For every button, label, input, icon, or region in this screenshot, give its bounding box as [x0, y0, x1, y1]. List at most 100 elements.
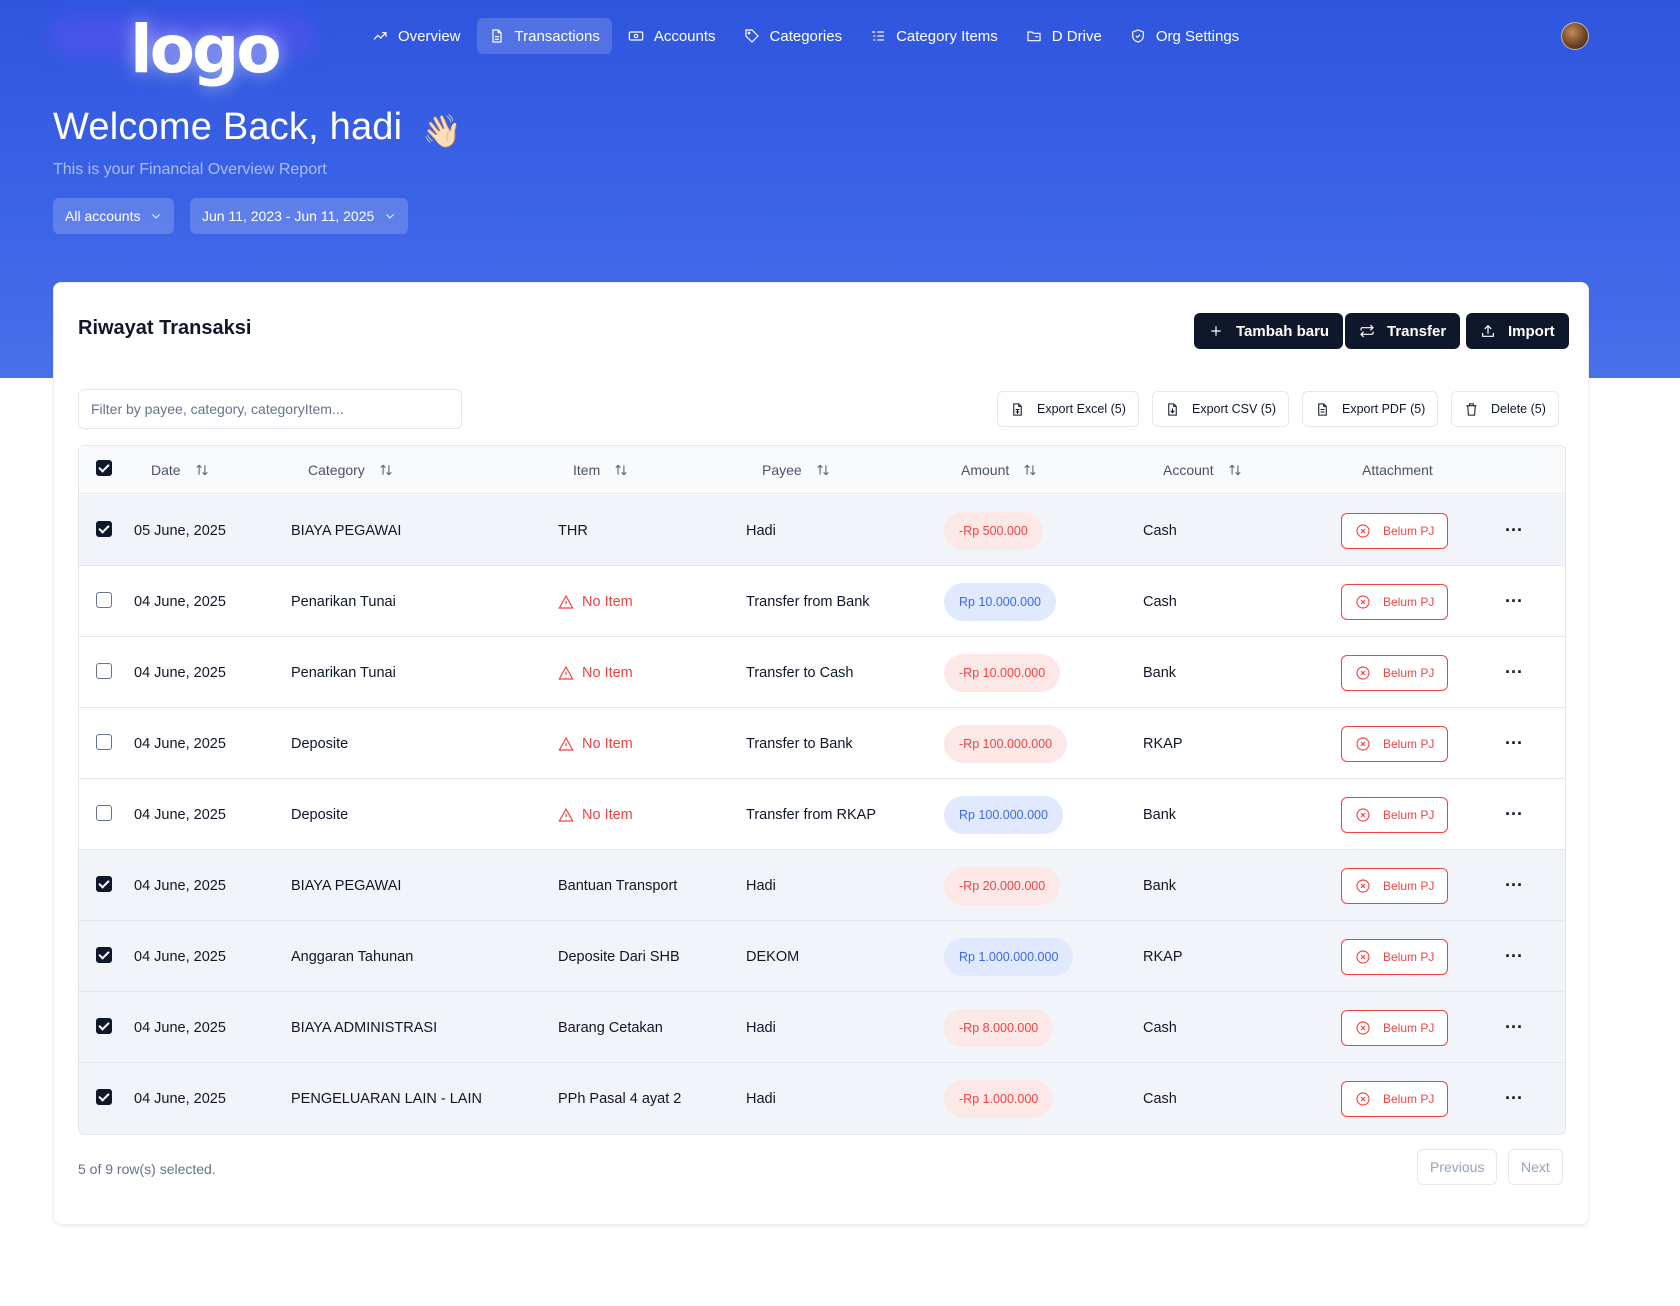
nav-item-overview[interactable]: Overview: [360, 18, 473, 54]
column-header-account[interactable]: Account: [1163, 446, 1242, 494]
table-row[interactable]: 04 June, 2025 Deposite No Item Transfer to …: [79, 708, 1565, 779]
nav-item-d-drive[interactable]: D Drive: [1014, 18, 1114, 54]
table-row[interactable]: 04 June, 2025 BIAYA PEGAWAI Bantuan Transp…: [79, 850, 1565, 921]
cell-amount: Rp 10.000.000: [944, 566, 1057, 637]
more-options-icon[interactable]: ···: [1505, 804, 1523, 825]
attachment-status-button[interactable]: Belum PJ: [1341, 725, 1449, 762]
cell-actions: ···: [1505, 850, 1523, 921]
more-options-icon[interactable]: ···: [1505, 875, 1523, 896]
no-item-label: No Item: [582, 593, 633, 610]
next-page-button[interactable]: Next: [1508, 1149, 1563, 1185]
amount-badge: -Rp 100.000.000: [944, 724, 1068, 763]
nav-item-org-settings[interactable]: Org Settings: [1118, 18, 1251, 54]
row-checkbox[interactable]: [96, 1089, 112, 1105]
tag-icon: [744, 29, 759, 43]
more-options-icon[interactable]: ···: [1505, 733, 1523, 754]
amount-badge: Rp 1.000.000.000: [944, 937, 1074, 976]
attachment-status-button[interactable]: Belum PJ: [1341, 1080, 1449, 1117]
nav-item-category-items[interactable]: Category Items: [858, 18, 1010, 54]
shield-icon: [1131, 29, 1144, 43]
cell-item: No Item: [558, 566, 633, 637]
attachment-status-label: Belum PJ: [1383, 736, 1435, 751]
nav-item-label: Accounts: [653, 27, 716, 45]
file-text-icon: [1318, 402, 1327, 416]
table-row[interactable]: 05 June, 2025 BIAYA PEGAWAI THR Hadi -Rp 500…: [79, 495, 1565, 566]
more-options-icon[interactable]: ···: [1505, 520, 1523, 541]
brand-logo[interactable]: logo: [130, 10, 282, 90]
more-options-icon[interactable]: ···: [1505, 662, 1523, 683]
cell-payee: Transfer from RKAP: [746, 806, 876, 823]
wave-emoji: 👋🏻: [422, 113, 462, 149]
nav-item-accounts[interactable]: Accounts: [616, 18, 728, 54]
attachment-status-button[interactable]: Belum PJ: [1341, 867, 1449, 904]
table-row[interactable]: 04 June, 2025 Anggaran Tahunan Deposite Da…: [79, 921, 1565, 992]
column-header-amount[interactable]: Amount: [961, 446, 1037, 494]
more-options-icon[interactable]: ···: [1505, 1017, 1523, 1038]
table-row[interactable]: 04 June, 2025 Deposite No Item Transfer fro…: [79, 779, 1565, 850]
search-input[interactable]: [78, 389, 462, 429]
row-checkbox[interactable]: [96, 734, 112, 750]
no-item-label: No Item: [582, 735, 633, 752]
row-checkbox[interactable]: [96, 663, 112, 679]
upload-icon: [1482, 324, 1494, 337]
row-checkbox[interactable]: [96, 876, 112, 892]
account-filter-select[interactable]: All accounts: [53, 198, 175, 234]
column-header-payee[interactable]: Payee: [762, 446, 830, 494]
table-row[interactable]: 04 June, 2025 Penarikan Tunai No Item Trans…: [79, 637, 1565, 708]
attachment-status-button[interactable]: Belum PJ: [1341, 583, 1449, 620]
cell-attachment: Belum PJ: [1341, 992, 1449, 1063]
attachment-status-button[interactable]: Belum PJ: [1341, 938, 1449, 975]
cell-account: Bank: [1143, 877, 1177, 894]
attachment-status-button[interactable]: Belum PJ: [1341, 654, 1449, 691]
transactions-card: Riwayat Transaksi Tambah baru Transfer I…: [53, 282, 1589, 1225]
row-checkbox[interactable]: [96, 1018, 112, 1034]
more-options-icon[interactable]: ···: [1505, 591, 1523, 612]
cell-payee: Hadi: [746, 1090, 776, 1107]
warning-icon: [558, 665, 574, 680]
previous-page-button[interactable]: Previous: [1417, 1149, 1498, 1185]
column-header-item[interactable]: Item: [573, 446, 628, 494]
export-csv-button[interactable]: Export CSV (5): [1152, 391, 1290, 427]
import-label: Import: [1508, 322, 1555, 340]
cell-payee: Transfer to Bank: [746, 735, 853, 752]
column-label: Amount: [961, 462, 1010, 478]
row-checkbox[interactable]: [96, 805, 112, 821]
cell-item: Deposite Dari SHB: [558, 948, 680, 965]
attachment-status-button[interactable]: Belum PJ: [1341, 1009, 1449, 1046]
select-all-checkbox[interactable]: [96, 460, 112, 476]
table-row[interactable]: 04 June, 2025 PENGELUARAN LAIN - LAIN PPh …: [79, 1063, 1565, 1134]
import-button[interactable]: Import: [1466, 313, 1569, 349]
attachment-status-button[interactable]: Belum PJ: [1341, 796, 1449, 833]
no-item-label: No Item: [582, 806, 633, 823]
transfer-button[interactable]: Transfer: [1345, 313, 1461, 349]
column-header-date[interactable]: Date: [151, 446, 209, 494]
export-excel-button[interactable]: Export Excel (5): [997, 391, 1139, 427]
sort-icon: [380, 464, 392, 476]
row-checkbox[interactable]: [96, 947, 112, 963]
row-checkbox[interactable]: [96, 521, 112, 537]
cell-account: Bank: [1143, 806, 1177, 823]
table-row[interactable]: 04 June, 2025 Penarikan Tunai No Item Trans…: [79, 566, 1565, 637]
add-new-button[interactable]: Tambah baru: [1194, 313, 1344, 349]
nav-item-transactions[interactable]: Transactions: [476, 18, 612, 54]
attachment-status-button[interactable]: Belum PJ: [1341, 512, 1449, 549]
cell-payee: Transfer from Bank: [746, 593, 870, 610]
cell-item: Barang Cetakan: [558, 1019, 663, 1036]
table-row[interactable]: 04 June, 2025 BIAYA ADMINISTRASI Barang Ce…: [79, 992, 1565, 1063]
export-pdf-button[interactable]: Export PDF (5): [1302, 391, 1439, 427]
cell-attachment: Belum PJ: [1341, 1063, 1449, 1134]
row-checkbox[interactable]: [96, 592, 112, 608]
more-options-icon[interactable]: ···: [1505, 946, 1523, 967]
cell-payee: Hadi: [746, 877, 776, 894]
amount-badge: -Rp 10.000.000: [944, 653, 1061, 692]
x-circle-icon: [1356, 1091, 1370, 1106]
column-header-category[interactable]: Category: [308, 446, 393, 494]
more-options-icon[interactable]: ···: [1505, 1088, 1523, 1109]
export-pdf-label: Export PDF (5): [1342, 402, 1426, 416]
delete-selected-button[interactable]: Delete (5): [1451, 391, 1559, 427]
nav-item-categories[interactable]: Categories: [732, 18, 855, 54]
file-download-icon: [1168, 402, 1177, 416]
date-range-picker[interactable]: Jun 11, 2023 - Jun 11, 2025: [190, 198, 409, 234]
selection-count: 5 of 9 row(s) selected.: [78, 1161, 216, 1177]
user-avatar[interactable]: [1561, 22, 1589, 50]
